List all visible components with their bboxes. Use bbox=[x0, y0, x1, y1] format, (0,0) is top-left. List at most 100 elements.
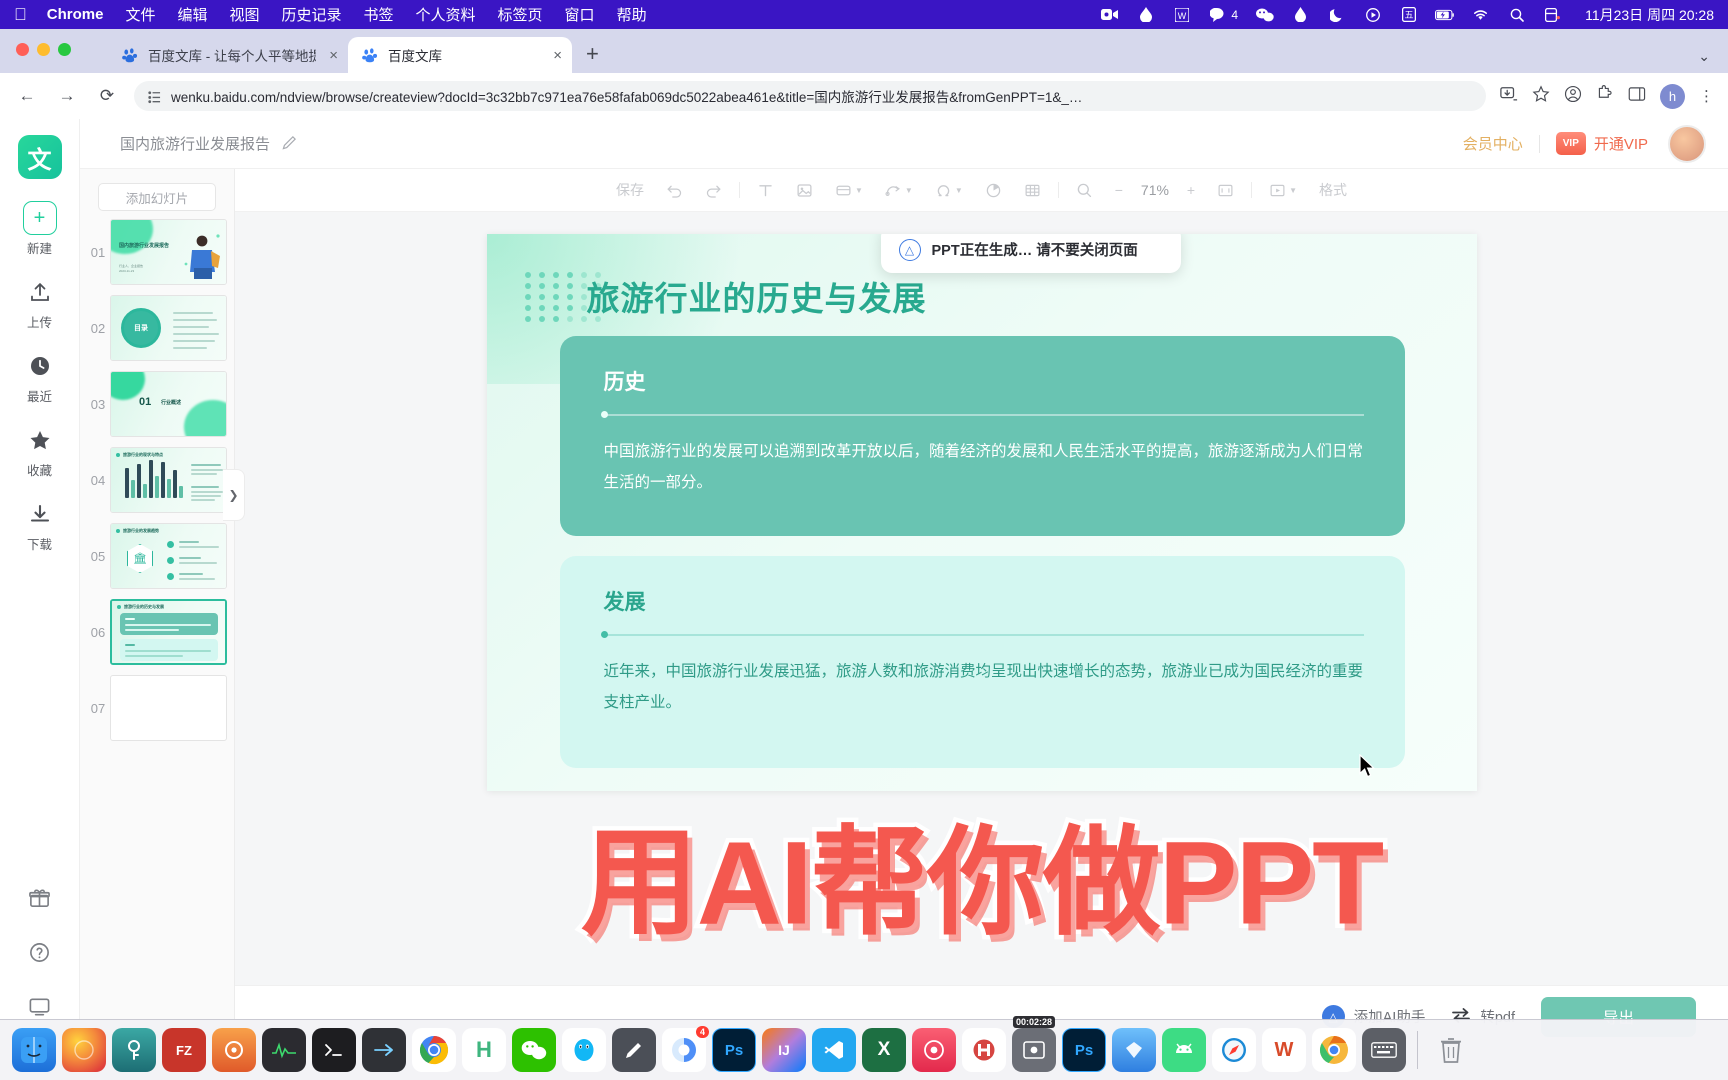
dock-app-highlight[interactable]: H bbox=[462, 1028, 506, 1072]
drop-icon[interactable] bbox=[1136, 5, 1155, 24]
menu-file[interactable]: 文件 bbox=[125, 4, 155, 25]
dock-app-chrome-canary[interactable] bbox=[1312, 1028, 1356, 1072]
fit-screen-icon[interactable] bbox=[1206, 175, 1245, 205]
minimize-window-button[interactable] bbox=[37, 43, 50, 56]
thumbnail-row-7[interactable]: 07 bbox=[80, 675, 234, 741]
dock-app-android-studio[interactable] bbox=[1162, 1028, 1206, 1072]
site-settings-icon[interactable] bbox=[146, 89, 161, 104]
zoom-in-button[interactable]: + bbox=[1176, 175, 1206, 205]
browser-tab-1[interactable]: 百度文库 - 让每个人平等地提升 × bbox=[108, 37, 348, 73]
dock-app-activity-monitor[interactable] bbox=[262, 1028, 306, 1072]
forward-button[interactable]: → bbox=[54, 86, 80, 106]
omega-symbol-icon[interactable]: ▼ bbox=[924, 175, 974, 205]
member-center-link[interactable]: 会员中心 bbox=[1463, 133, 1523, 154]
rail-item-recent[interactable]: 最近 bbox=[0, 349, 79, 405]
open-vip-link[interactable]: 开通VIP bbox=[1594, 133, 1648, 154]
profile-circle-icon[interactable] bbox=[1564, 85, 1582, 107]
menu-bar-clock[interactable]: 11月23日 周四 20:28 bbox=[1585, 5, 1714, 25]
dock-app-safari[interactable] bbox=[1212, 1028, 1256, 1072]
dock-app-preview[interactable]: 4 bbox=[662, 1026, 709, 1072]
dock-app-terminal[interactable] bbox=[312, 1028, 356, 1072]
chevron-down-icon[interactable]: ⌄ bbox=[1698, 48, 1710, 65]
dock-app-trash[interactable] bbox=[1429, 1028, 1473, 1072]
control-center-icon[interactable] bbox=[1543, 5, 1562, 24]
close-icon[interactable]: × bbox=[329, 47, 338, 64]
dock-app-screen-recorder[interactable]: 00:02:28 bbox=[1012, 1016, 1056, 1072]
moon-icon[interactable] bbox=[1327, 5, 1346, 24]
dock-app-firefox[interactable] bbox=[62, 1028, 106, 1072]
dock-app-photoshop[interactable]: Ps bbox=[712, 1028, 756, 1072]
zoom-level[interactable]: 71% bbox=[1134, 182, 1176, 198]
pencil-icon[interactable] bbox=[282, 135, 297, 153]
connector-icon[interactable]: ▼ bbox=[874, 175, 924, 205]
dock-app-excel[interactable]: X bbox=[862, 1028, 906, 1072]
close-icon[interactable]: × bbox=[553, 47, 562, 64]
zoom-out-button[interactable]: − bbox=[1104, 175, 1134, 205]
slide-thumbnail[interactable]: 01 行业概述 bbox=[110, 371, 227, 437]
dock-app-keyboard-settings[interactable] bbox=[1362, 1028, 1406, 1072]
chat-bubble-icon[interactable] bbox=[1208, 5, 1227, 24]
camera-recorder-icon[interactable] bbox=[1100, 5, 1119, 24]
current-slide[interactable]: 旅游行业的历史与发展 历史 中国旅游行业的发展可以追溯到改革开放以后，随着经济的… bbox=[486, 234, 1477, 791]
pie-chart-icon[interactable] bbox=[974, 175, 1013, 205]
wifi-icon[interactable] bbox=[1471, 5, 1490, 24]
browser-tab-2[interactable]: 百度文库 × bbox=[348, 37, 572, 73]
reload-button[interactable]: ⟳ bbox=[94, 86, 120, 106]
kebab-menu-icon[interactable]: ⋮ bbox=[1699, 87, 1714, 105]
address-bar[interactable]: wenku.baidu.com/ndview/browse/createview… bbox=[134, 81, 1486, 111]
install-app-icon[interactable] bbox=[1500, 85, 1518, 107]
play-circle-icon[interactable] bbox=[1363, 5, 1382, 24]
dock-app-keychain[interactable] bbox=[112, 1028, 156, 1072]
dock-app-xmind[interactable] bbox=[912, 1028, 956, 1072]
wenku-logo[interactable]: 文 bbox=[17, 135, 62, 179]
side-panel-icon[interactable] bbox=[1628, 85, 1646, 107]
menu-history[interactable]: 历史记录 bbox=[281, 4, 341, 25]
rail-item-favorites[interactable]: 收藏 bbox=[0, 423, 79, 479]
gift-icon[interactable] bbox=[28, 887, 51, 915]
menu-help[interactable]: 帮助 bbox=[617, 4, 647, 25]
battery-charging-icon[interactable] bbox=[1435, 5, 1454, 24]
menu-edit[interactable]: 编辑 bbox=[177, 4, 207, 25]
page-title[interactable]: 国内旅游行业发展报告 bbox=[120, 133, 270, 154]
water-drop-icon[interactable] bbox=[1291, 5, 1310, 24]
dock-app-finder[interactable] bbox=[12, 1028, 56, 1072]
new-tab-button[interactable]: + bbox=[586, 41, 599, 67]
slide-thumbnail-selected[interactable]: 旅游行业的历史与发展 bbox=[110, 599, 227, 665]
profile-avatar[interactable]: h bbox=[1660, 83, 1685, 109]
rail-item-new[interactable]: + 新建 bbox=[0, 201, 79, 257]
rail-item-upload[interactable]: 上传 bbox=[0, 275, 79, 331]
dock-app-intellij[interactable]: IJ bbox=[762, 1028, 806, 1072]
thumbnail-row-2[interactable]: 02 目录 bbox=[80, 295, 234, 361]
thumbnail-row-4[interactable]: 04 旅游行业的现状与特点 bbox=[80, 447, 234, 513]
slide-card-history[interactable]: 历史 中国旅游行业的发展可以追溯到改革开放以后，随着经济的发展和人民生活水平的提… bbox=[559, 336, 1405, 536]
save-button[interactable]: 保存 bbox=[605, 175, 655, 205]
thumbnail-row-6[interactable]: 06 旅游行业的历史与发展 bbox=[80, 599, 234, 665]
image-icon[interactable] bbox=[785, 175, 824, 205]
help-circle-icon[interactable] bbox=[28, 941, 51, 969]
thumbnail-row-5[interactable]: 05 旅游行业的发展趋势 🏛 bbox=[80, 523, 234, 589]
back-button[interactable]: ← bbox=[14, 86, 40, 106]
undo-icon[interactable] bbox=[655, 175, 694, 205]
dock-app-chrome[interactable] bbox=[412, 1028, 456, 1072]
dock-app-vscode[interactable] bbox=[812, 1028, 856, 1072]
input-method-icon[interactable]: 五 bbox=[1399, 5, 1418, 24]
menu-view[interactable]: 视图 bbox=[229, 4, 259, 25]
slide-thumbnail[interactable]: 国内旅游行业发展报告 行业人、企业报告 2023-11-23 bbox=[110, 219, 227, 285]
thumbnail-row-1[interactable]: 01 国内旅游行业发展报告 行业人、企业报告 2023-11-23 bbox=[80, 219, 234, 285]
dock-app-filezilla[interactable]: FZ bbox=[162, 1028, 206, 1072]
wechat-icon[interactable] bbox=[1255, 5, 1274, 24]
dock-app-shuttle[interactable] bbox=[362, 1028, 406, 1072]
dock-app-photoshop-2[interactable]: Ps bbox=[1062, 1028, 1106, 1072]
add-slide-button[interactable]: 添加幻灯片 bbox=[98, 183, 216, 211]
thumbnail-row-3[interactable]: 03 01 行业概述 bbox=[80, 371, 234, 437]
menu-window[interactable]: 窗口 bbox=[565, 4, 595, 25]
close-window-button[interactable] bbox=[16, 43, 29, 56]
avatar[interactable] bbox=[1668, 124, 1706, 163]
search-icon[interactable] bbox=[1065, 175, 1104, 205]
dock-app-sketch[interactable] bbox=[1112, 1028, 1156, 1072]
menu-chrome[interactable]: Chrome bbox=[47, 6, 104, 23]
dock-app-tech[interactable] bbox=[212, 1028, 256, 1072]
dock-app-wps[interactable]: W bbox=[1262, 1028, 1306, 1072]
apple-logo-icon[interactable]:  bbox=[14, 6, 27, 23]
format-button[interactable]: 格式 bbox=[1308, 175, 1358, 205]
